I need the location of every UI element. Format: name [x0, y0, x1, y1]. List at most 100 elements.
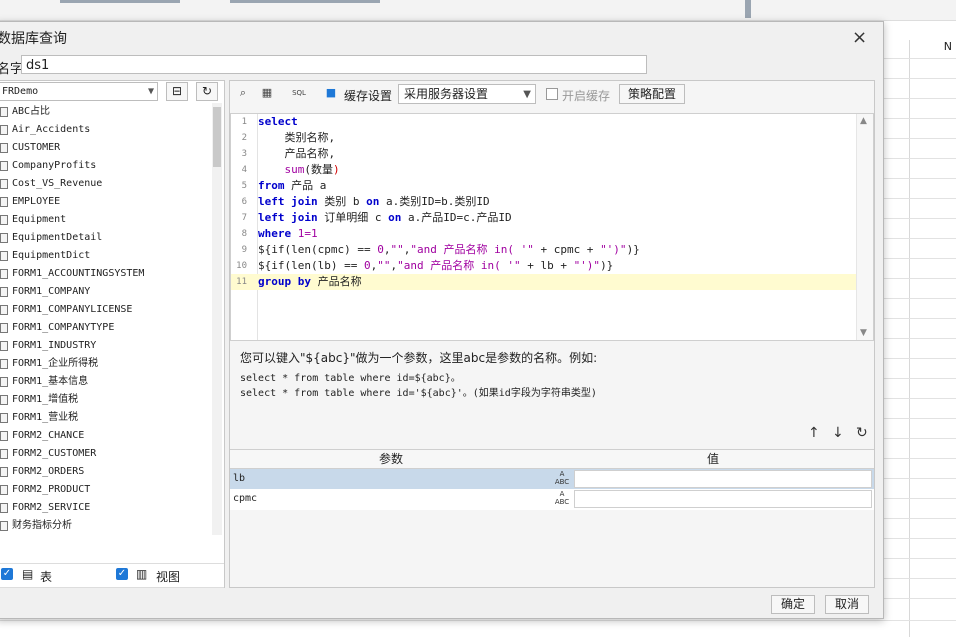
table-checkbox[interactable]: ✓ [1, 568, 13, 580]
edit-connection-icon[interactable]: ⊟ [166, 82, 188, 101]
table-item[interactable]: FORM2_CUSTOMER [0, 445, 211, 463]
move-up-icon[interactable]: ↑ [808, 425, 820, 441]
table-filter-label: 表 [40, 570, 53, 584]
cache-settings-label: 缓存设置 [344, 89, 393, 103]
code-text: where 1=1 [258, 226, 318, 242]
line-number: 3 [241, 149, 247, 159]
refresh-icon[interactable]: ↻ [196, 82, 218, 101]
grid-line [880, 218, 956, 219]
table-item-label: Air_Accidents [12, 124, 91, 135]
code-token: a.类别ID=b.类别ID [379, 195, 490, 208]
parameter-type-icon[interactable]: A ABC [552, 470, 572, 488]
table-item[interactable]: CompanyProfits [0, 157, 211, 175]
table-item[interactable]: FORM2_CHANCE [0, 427, 211, 445]
table-item[interactable]: Equipment [0, 211, 211, 229]
code-text: left join 类别 b on a.类别ID=b.类别ID [258, 194, 490, 210]
code-text: from 产品 a [258, 178, 326, 194]
table-item[interactable]: FORM2_ORDERS [0, 463, 211, 481]
table-list-scrollbar[interactable] [212, 103, 222, 535]
view-checkbox[interactable]: ✓ [116, 568, 128, 580]
grid-line [880, 318, 956, 319]
table-item[interactable]: FORM1_INDUSTRY [0, 337, 211, 355]
table-item[interactable]: Cost_VS_Revenue [0, 175, 211, 193]
code-token: "" [390, 243, 404, 256]
code-token: select [258, 115, 298, 128]
scroll-thumb[interactable] [213, 107, 221, 167]
query-icon[interactable]: ▦ [260, 86, 274, 100]
table-item[interactable]: CUSTOMER [0, 139, 211, 157]
code-text: ${if(len(cpmc) == 0,"","and 产品名称 in( '" … [258, 242, 640, 258]
code-text: ${if(len(lb) == 0,"","and 产品名称 in( '" + … [258, 258, 613, 274]
code-token: 0 [363, 259, 371, 272]
table-type-filter: ✓ ▤ 表 ✓ ▥ 视图 [0, 563, 224, 586]
scroll-down-icon[interactable]: ▼ [860, 328, 867, 338]
code-text: 产品名称, [258, 146, 335, 162]
cancel-button[interactable]: 取消 [825, 595, 869, 614]
preview-icon[interactable]: ⌕ [236, 86, 250, 100]
parameter-type-icon[interactable]: A ABC [552, 490, 572, 508]
table-item[interactable]: FORM1_营业税 [0, 409, 211, 427]
parameter-row[interactable]: cpmc A ABC [230, 489, 874, 509]
table-item[interactable]: ABC占比 [0, 103, 211, 121]
table-item[interactable]: 财务指标分析 [0, 517, 211, 535]
connection-select[interactable]: FRDemo ▼ [0, 82, 158, 101]
table-item[interactable]: Air_Accidents [0, 121, 211, 139]
scroll-up-icon[interactable]: ▲ [860, 116, 867, 126]
code-line: 7 left join 订单明细 c on a.产品ID=c.产品ID [231, 210, 859, 226]
table-icon [0, 341, 8, 351]
close-icon[interactable]: × [852, 27, 867, 48]
parameter-value-input[interactable] [574, 470, 872, 488]
table-item-label: FORM1_基本信息 [12, 376, 89, 387]
code-token: ${if(len(cpmc) == [258, 243, 378, 256]
grid-line [880, 498, 956, 499]
table-icon [0, 521, 8, 531]
code-token: + lb + [520, 259, 574, 272]
table-icon [0, 287, 8, 297]
view-filter-label: 视图 [156, 570, 181, 584]
spreadsheet-top-bar [0, 0, 956, 21]
table-item[interactable]: EquipmentDetail [0, 229, 211, 247]
sql-icon[interactable]: SQL [292, 86, 306, 100]
table-icon [0, 107, 8, 117]
grid-line [880, 238, 956, 239]
sheet-tab-indicator [230, 0, 380, 3]
editor-scrollbar[interactable]: ▲ ▼ [856, 114, 873, 340]
grid-line [880, 58, 956, 59]
table-item[interactable]: FORM1_COMPANYTYPE [0, 319, 211, 337]
ok-button[interactable]: 确定 [771, 595, 815, 614]
move-down-icon[interactable]: ↓ [832, 425, 844, 441]
line-number: 8 [241, 229, 247, 239]
code-line: 10 ${if(len(lb) == 0,"","and 产品名称 in( '" … [231, 258, 859, 274]
table-item[interactable]: FORM1_增值税 [0, 391, 211, 409]
grid-line [880, 378, 956, 379]
table-item[interactable]: FORM1_ACCOUNTINGSYSTEM [0, 265, 211, 283]
table-item[interactable]: FORM1_企业所得税 [0, 355, 211, 373]
code-token: 0 [377, 243, 384, 256]
dataset-name-input[interactable]: ds1 [21, 55, 647, 74]
parameter-row[interactable]: lb A ABC [230, 469, 874, 489]
code-text: sum(数量) [258, 162, 340, 178]
value-column-header: 值 [552, 450, 874, 469]
parameter-value-input[interactable] [574, 490, 872, 508]
table-item[interactable]: FORM1_基本信息 [0, 373, 211, 391]
cache-mode-select[interactable]: 采用服务器设置 ▼ [398, 84, 536, 104]
table-item[interactable]: EquipmentDict [0, 247, 211, 265]
table-item[interactable]: EMPLOYEE [0, 193, 211, 211]
code-text: left join 订单明细 c on a.产品ID=c.产品ID [258, 210, 512, 226]
table-icon [0, 449, 8, 459]
table-item-label: FORM2_CHANCE [12, 430, 85, 441]
parameter-name: cpmc [233, 493, 258, 504]
param-column-header: 参数 [230, 450, 553, 469]
sheet-column-header: N [943, 40, 952, 53]
table-item[interactable]: FORM1_COMPANYLICENSE [0, 301, 211, 319]
table-item[interactable]: FORM2_SERVICE [0, 499, 211, 517]
refresh-parameters-icon[interactable]: ↻ [856, 425, 868, 441]
table-item-label: FORM2_CUSTOMER [12, 448, 97, 459]
grid-line [880, 98, 956, 99]
enable-cache-checkbox[interactable] [546, 88, 558, 100]
strategy-config-button[interactable]: 策略配置 [619, 84, 685, 104]
table-item[interactable]: FORM2_PRODUCT [0, 481, 211, 499]
sql-editor[interactable]: 1 select 2 类别名称, 3 产品名称, 4 sum(数量) 5 from 产品 a… [230, 113, 874, 341]
table-item[interactable]: FORM1_COMPANY [0, 283, 211, 301]
sql-code: 1 select 2 类别名称, 3 产品名称, 4 sum(数量) 5 from 产品 a… [231, 114, 859, 290]
